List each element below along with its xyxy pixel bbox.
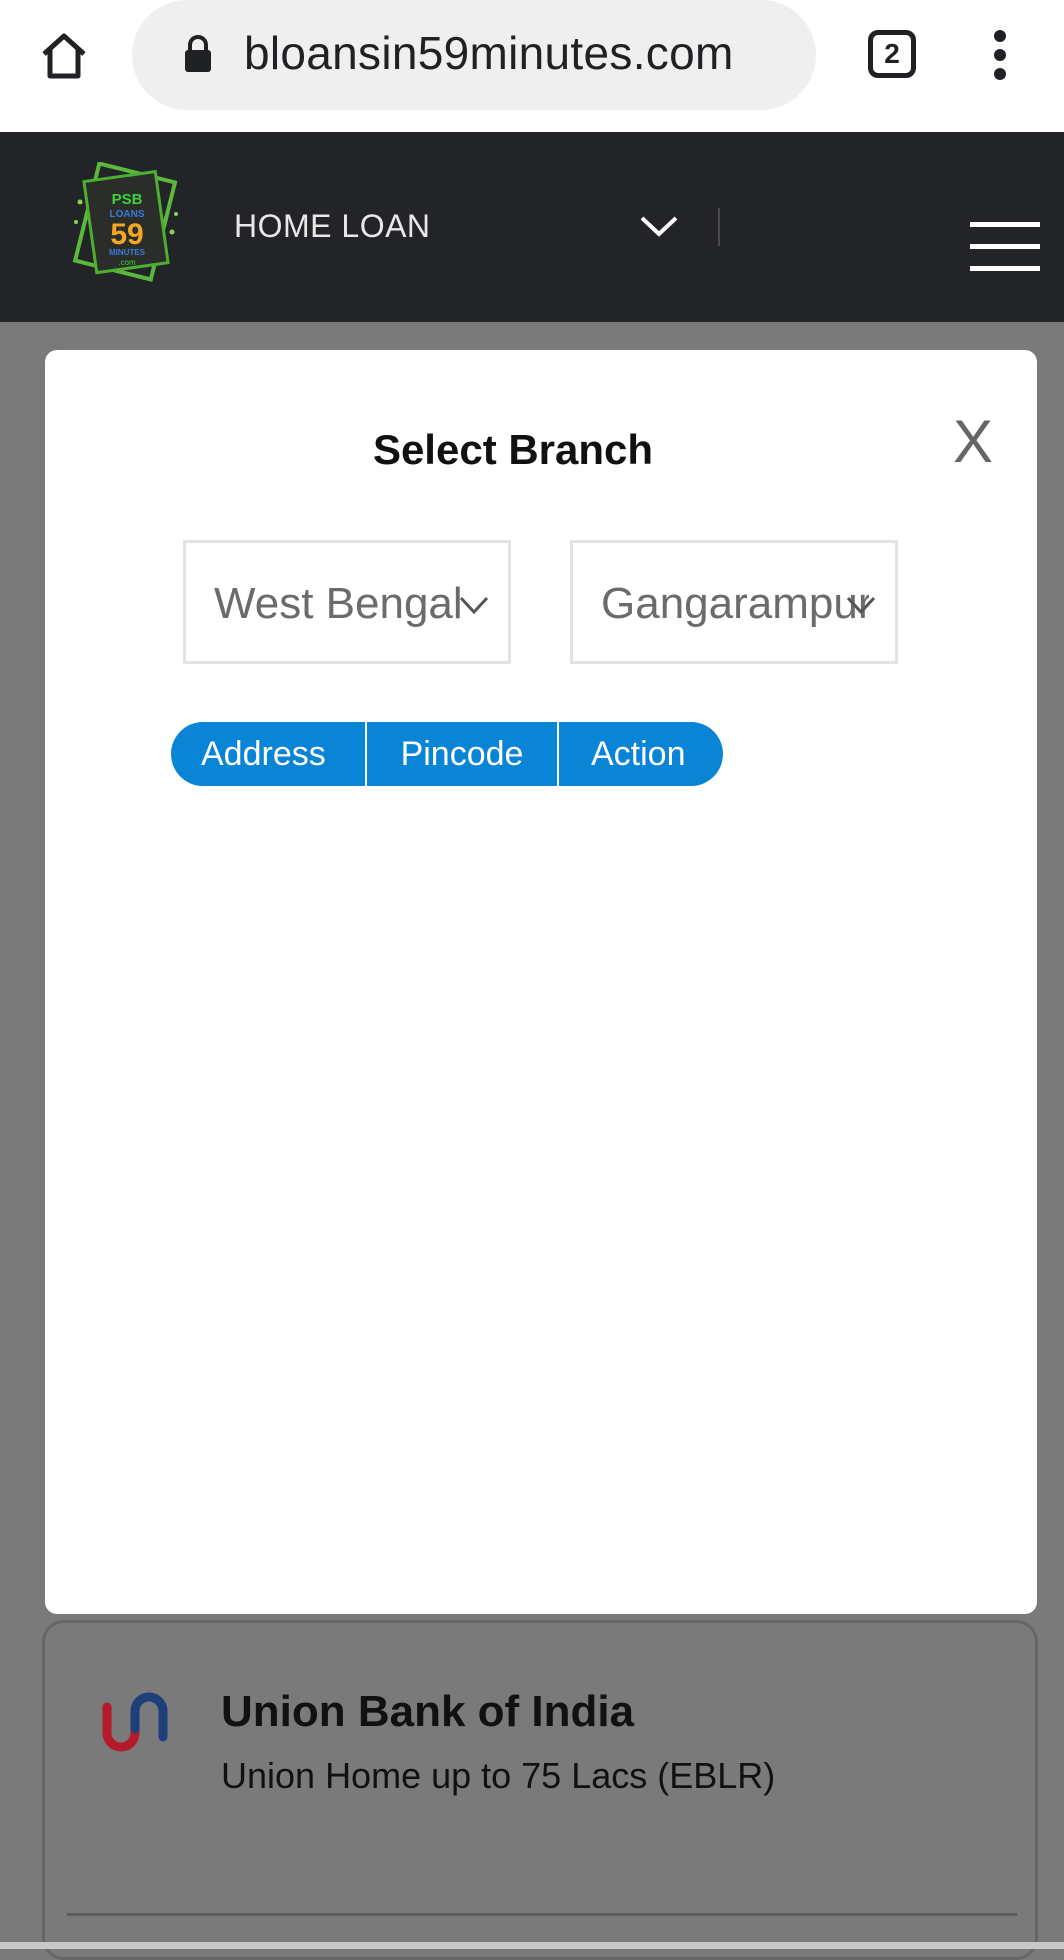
bottom-edge <box>0 1942 1064 1949</box>
state-select[interactable]: West Bengal <box>183 540 511 664</box>
city-select-value: Gangarampur <box>601 579 869 628</box>
url-text: bloansin59minutes.com <box>244 27 734 79</box>
site-header: PSB LOANS 59 MINUTES .com HOME LOAN <box>0 132 1064 322</box>
loan-offer-card: Union Bank of India Union Home up to 75 … <box>42 1620 1038 1960</box>
column-header-pincode[interactable]: Pincode <box>365 722 557 786</box>
column-header-address[interactable]: Address <box>171 722 365 786</box>
union-bank-logo-icon <box>97 1689 173 1755</box>
psb-logo[interactable]: PSB LOANS 59 MINUTES .com <box>72 161 182 286</box>
chevron-down-icon[interactable] <box>638 210 680 242</box>
column-header-action[interactable]: Action <box>557 722 723 786</box>
modal-title: Select Branch <box>45 426 1037 474</box>
branch-table-header: Address Pincode Action <box>171 722 723 786</box>
lock-icon <box>182 34 214 74</box>
tab-switcher-button[interactable]: 2 <box>868 30 916 78</box>
bank-name: Union Bank of India <box>221 1687 635 1736</box>
home-icon[interactable] <box>36 28 92 84</box>
select-branch-modal: Select Branch X West Bengal Gangarampur … <box>45 350 1037 1614</box>
browser-toolbar: bloansin59minutes.com 2 <box>0 0 1064 132</box>
loan-product-name: Union Home up to 75 Lacs (EBLR) <box>221 1755 776 1796</box>
overflow-menu-icon[interactable] <box>990 30 1014 80</box>
svg-text:.com: .com <box>118 258 136 267</box>
hamburger-menu-icon[interactable] <box>970 222 1040 272</box>
svg-text:59: 59 <box>110 218 143 251</box>
modal-title-text: Select Branch <box>372 426 654 473</box>
chevron-down-icon <box>458 593 490 617</box>
svg-text:MINUTES: MINUTES <box>109 248 146 257</box>
close-button[interactable]: X <box>953 412 993 472</box>
chevron-down-icon <box>845 593 877 617</box>
loan-type-label[interactable]: HOME LOAN <box>234 208 431 245</box>
card-divider <box>67 1913 1017 1916</box>
state-select-value: West Bengal <box>214 579 463 628</box>
city-select[interactable]: Gangarampur <box>570 540 898 664</box>
header-divider <box>718 208 720 246</box>
address-bar[interactable]: bloansin59minutes.com <box>132 0 816 110</box>
svg-text:PSB: PSB <box>112 191 143 208</box>
